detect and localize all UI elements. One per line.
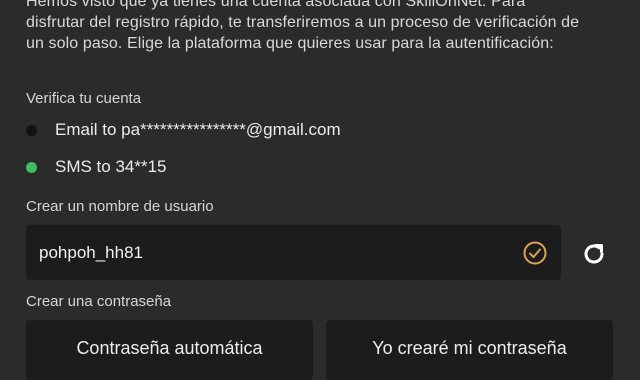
intro-line: disfrutar del registro rápido, te transf… (26, 14, 580, 31)
manual-password-label: Yo crearé mi contraseña (372, 338, 567, 358)
password-label: Crear una contraseña (26, 293, 172, 310)
auto-password-button[interactable]: Contraseña automática (26, 320, 313, 380)
username-label: Crear un nombre de usuario (26, 198, 214, 215)
verify-option-email[interactable]: Email to pa****************@gmail.com (26, 120, 341, 140)
auto-password-label: Contraseña automática (76, 338, 263, 358)
radio-selected-icon (26, 161, 37, 173)
refresh-username-button[interactable] (578, 238, 610, 270)
check-circle-icon (523, 241, 547, 264)
verify-account-label: Verifica tu cuenta (26, 90, 142, 107)
verify-option-sms-label: SMS to 34**15 (55, 157, 167, 176)
username-input[interactable] (26, 224, 522, 281)
intro-line: un solo paso. Elige la plataforma que qu… (26, 35, 554, 52)
username-field (26, 224, 561, 281)
radio-unselected-icon (26, 124, 37, 136)
manual-password-button[interactable]: Yo crearé mi contraseña (326, 320, 613, 380)
refresh-icon (584, 244, 604, 264)
verify-option-email-label: Email to pa****************@gmail.com (55, 120, 341, 139)
intro-line: Hemos visto que ya tienes una cuenta aso… (26, 0, 526, 10)
intro-text: Hemos visto que ya tienes una cuenta aso… (26, 0, 626, 54)
verify-option-sms[interactable]: SMS to 34**15 (26, 157, 167, 177)
